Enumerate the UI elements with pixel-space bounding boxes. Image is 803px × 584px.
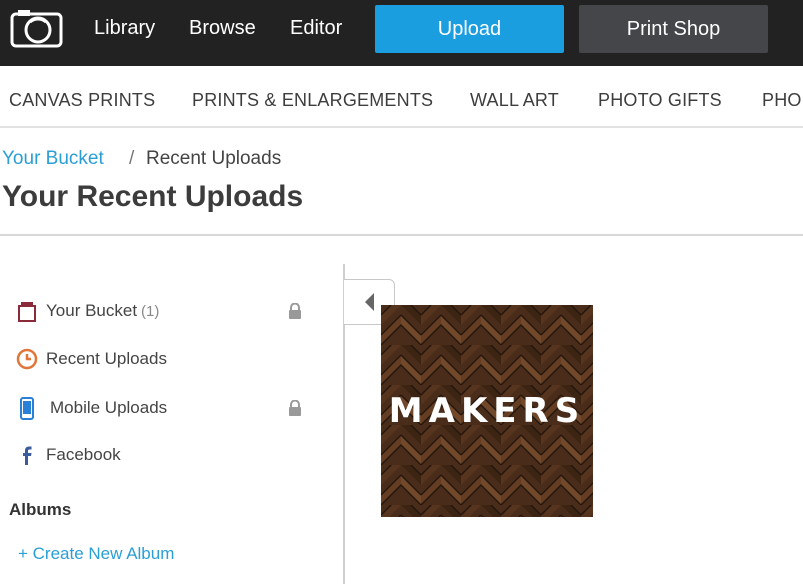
- bucket-count: (1): [141, 303, 160, 320]
- bucket-icon: [18, 302, 36, 322]
- create-album-link[interactable]: + Create New Album: [18, 544, 174, 564]
- cat-photo-truncated[interactable]: PHO: [762, 90, 802, 111]
- sidebar-item-facebook[interactable]: Facebook: [0, 435, 330, 475]
- cat-canvas-prints[interactable]: CANVAS PRINTS: [9, 90, 155, 111]
- sidebar-label: Facebook: [46, 445, 121, 464]
- sidebar-item-mobile-uploads[interactable]: Mobile Uploads: [0, 388, 330, 428]
- lock-icon: [289, 303, 301, 319]
- nav-library[interactable]: Library: [94, 17, 155, 40]
- divider: [0, 234, 803, 236]
- facebook-icon: [23, 446, 32, 465]
- sidebar-label: Your Bucket (1): [46, 301, 160, 320]
- photo-overlay-text: MAKERS: [388, 391, 586, 431]
- cat-wall-art[interactable]: WALL ART: [470, 90, 559, 111]
- nav-editor[interactable]: Editor: [290, 17, 342, 40]
- camera-logo-icon[interactable]: [10, 8, 63, 48]
- breadcrumb-your-bucket[interactable]: Your Bucket: [2, 148, 104, 170]
- phone-icon: [20, 397, 34, 420]
- sidebar-item-recent-uploads[interactable]: Recent Uploads: [0, 339, 330, 379]
- print-shop-button[interactable]: Print Shop: [579, 5, 768, 53]
- top-navbar: Library Browse Editor Upload Print Shop: [0, 0, 803, 66]
- lock-icon: [289, 400, 301, 416]
- page-title: Your Recent Uploads: [2, 180, 304, 213]
- clock-icon: [16, 348, 38, 370]
- cat-photo-gifts[interactable]: PHOTO GIFTS: [598, 90, 722, 111]
- category-nav: CANVAS PRINTS PRINTS & ENLARGEMENTS WALL…: [0, 66, 803, 128]
- breadcrumb-current: Recent Uploads: [146, 148, 282, 169]
- sidebar-label: Recent Uploads: [46, 349, 167, 368]
- upload-button[interactable]: Upload: [375, 5, 564, 53]
- cat-prints-enlargements[interactable]: PRINTS & ENLARGEMENTS: [192, 90, 433, 111]
- photo-thumbnail[interactable]: MAKERS: [381, 305, 593, 517]
- breadcrumb-separator: /: [129, 148, 135, 169]
- nav-browse[interactable]: Browse: [189, 17, 256, 40]
- sidebar-item-your-bucket[interactable]: Your Bucket (1): [0, 291, 330, 331]
- sidebar-label: Mobile Uploads: [50, 398, 168, 417]
- albums-heading: Albums: [9, 500, 72, 519]
